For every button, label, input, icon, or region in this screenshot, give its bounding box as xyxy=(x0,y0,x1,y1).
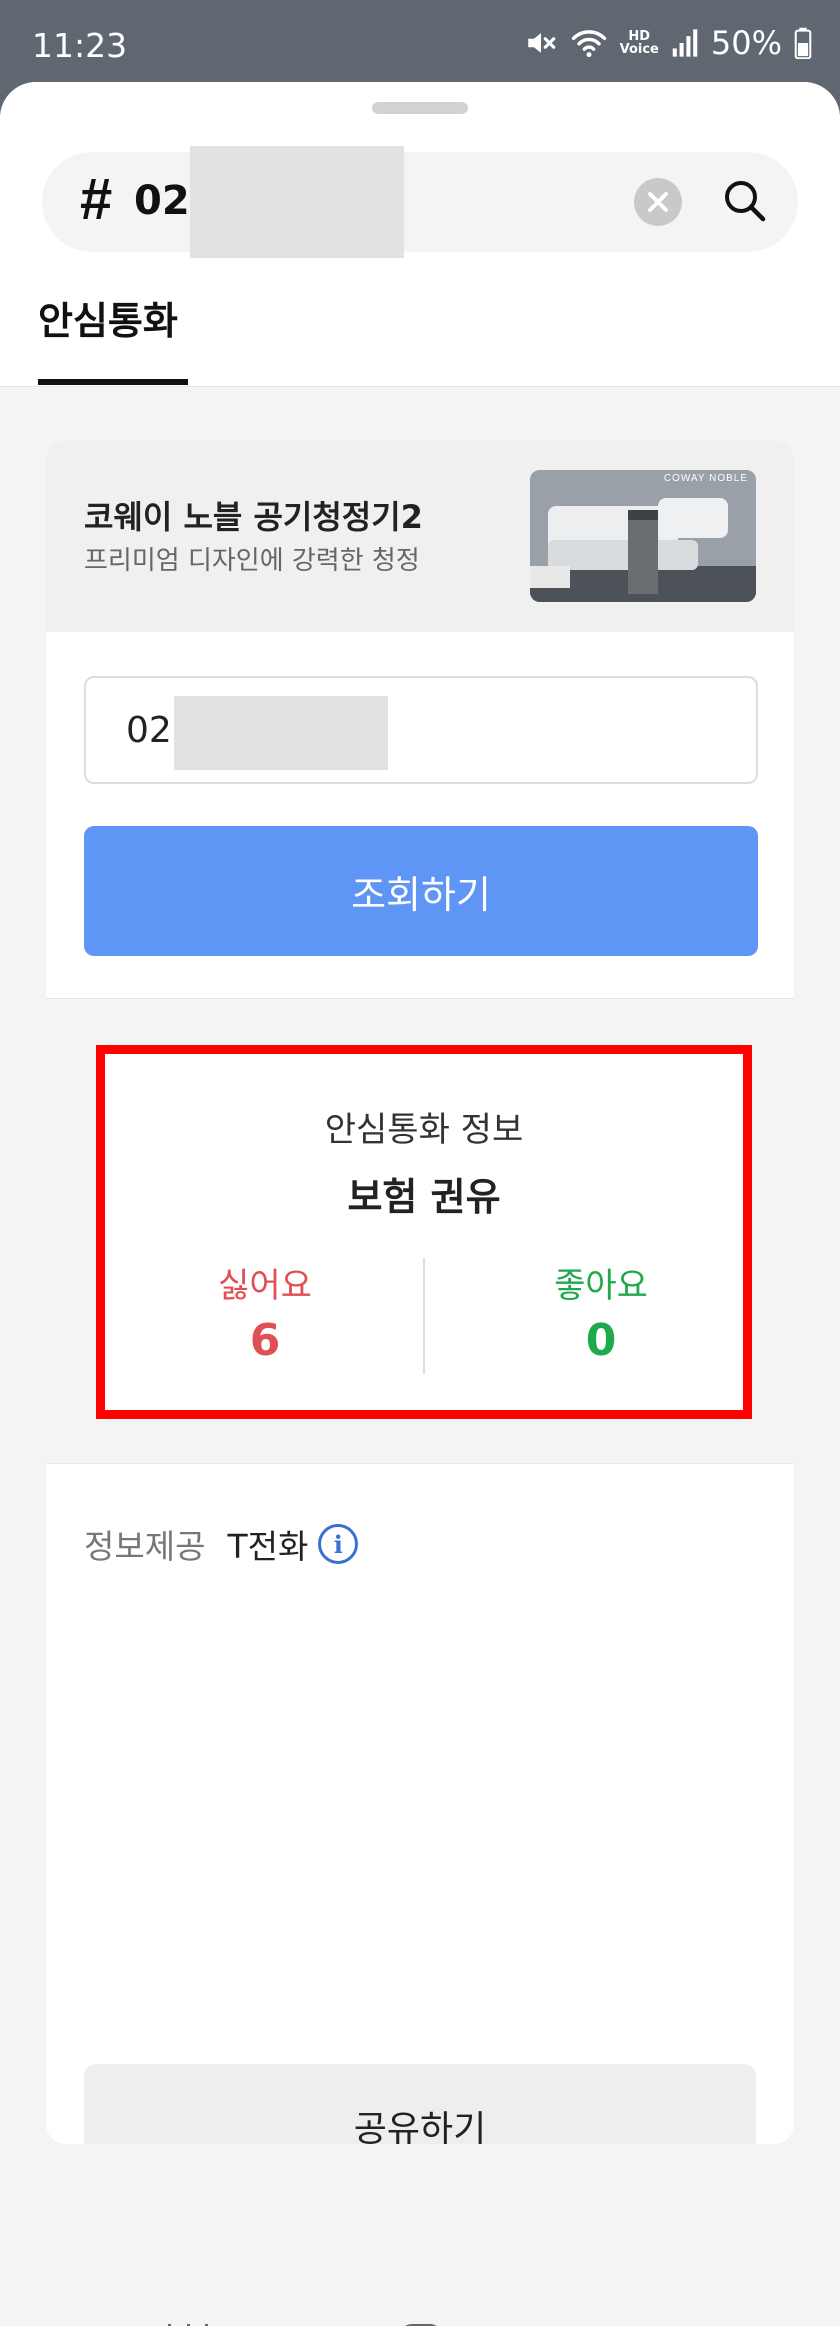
info-provider: 정보제공 T전화 i xyxy=(84,1520,359,1568)
dislike-count: 6 xyxy=(249,1315,281,1366)
redacted-mask xyxy=(190,146,404,258)
provider-value: T전화 xyxy=(227,1527,309,1566)
like-vote[interactable]: 좋아요 0 xyxy=(441,1258,761,1366)
redacted-mask xyxy=(174,696,388,770)
phone-number-field[interactable]: 02 xyxy=(84,676,758,784)
ad-title: 코웨이 노블 공기청정기2 xyxy=(84,498,423,536)
drag-handle[interactable] xyxy=(372,102,468,114)
wifi-icon xyxy=(571,30,606,58)
ad-brand-logo: COWAY NOBLE xyxy=(663,473,748,484)
system-nav-bar xyxy=(0,2282,840,2326)
bottom-sheet: # 02 안심통화 코웨이 노블 공기청정기2 프리미엄 디자인에 강력한 청정 xyxy=(0,82,840,2326)
mute-icon xyxy=(527,33,555,53)
dislike-vote[interactable]: 싫어요 6 xyxy=(105,1258,425,1366)
like-count: 0 xyxy=(585,1315,617,1366)
search-input[interactable]: # 02 xyxy=(42,146,798,258)
search-icon xyxy=(725,181,766,222)
ad-subtitle: 프리미엄 디자인에 강력한 청정 xyxy=(84,546,420,576)
dislike-label: 싫어요 xyxy=(218,1266,312,1306)
battery-icon xyxy=(794,27,812,59)
like-label: 좋아요 xyxy=(554,1266,648,1306)
vote-divider xyxy=(423,1258,425,1374)
tab-safe-call[interactable]: 안심통화 xyxy=(38,290,178,345)
ad-product-image: COWAY NOBLE xyxy=(530,470,756,602)
clear-button[interactable] xyxy=(634,178,682,226)
battery-percent: 50% xyxy=(710,24,782,62)
share-button[interactable]: 공유하기 xyxy=(84,2064,756,2144)
signal-icon xyxy=(672,29,698,57)
status-time: 11:23 xyxy=(32,26,128,65)
info-title: 안심통화 정보 xyxy=(324,1110,524,1150)
sheet-header: # 02 안심통화 xyxy=(0,82,840,387)
tab-indicator xyxy=(38,379,188,385)
clear-icon xyxy=(648,192,668,212)
hash-icon: # xyxy=(80,167,113,232)
search-button[interactable] xyxy=(720,176,770,226)
search-input-value: 02 xyxy=(134,178,190,224)
safe-call-info-box: 안심통화 정보 보험 권유 싫어요 6 좋아요 0 xyxy=(96,1045,752,1419)
ad-banner[interactable]: 코웨이 노블 공기청정기2 프리미엄 디자인에 강력한 청정 COWAY NOB… xyxy=(46,440,794,632)
phone-number-value: 02 xyxy=(126,710,172,751)
status-icons: HD Voice 50% xyxy=(524,22,812,64)
lookup-button[interactable]: 조회하기 xyxy=(84,826,758,956)
status-bar: 11:23 HD Voice 50% xyxy=(0,0,840,90)
info-category: 보험 권유 xyxy=(347,1175,501,1219)
info-icon[interactable]: i xyxy=(318,1524,359,1564)
provider-label: 정보제공 xyxy=(84,1527,206,1566)
content-card: 코웨이 노블 공기청정기2 프리미엄 디자인에 강력한 청정 COWAY NOB… xyxy=(46,440,794,2144)
info-section: 안심통화 정보 보험 권유 싫어요 6 좋아요 0 xyxy=(46,998,794,1464)
hd-voice-icon: HD Voice xyxy=(619,29,659,57)
